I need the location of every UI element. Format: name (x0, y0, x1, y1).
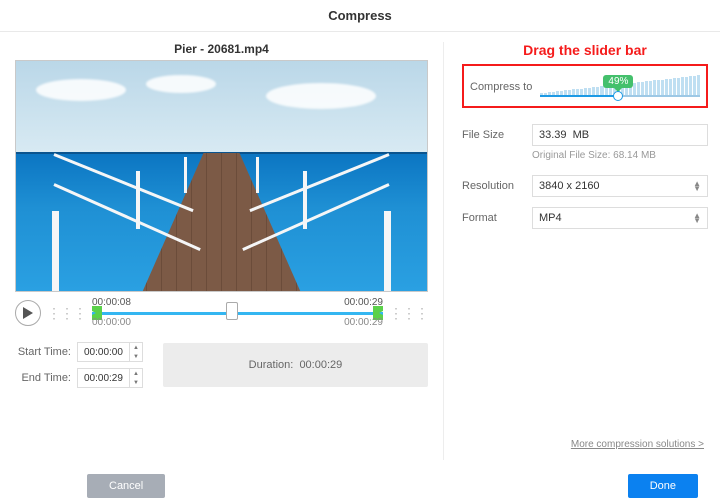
format-label: Format (462, 212, 532, 224)
annotation-highlight: Compress to 49% (462, 64, 708, 108)
original-filesize-hint: Original File Size: 68.14 MB (532, 150, 708, 161)
stepper-down-icon[interactable]: ▼ (130, 378, 142, 387)
format-value: MP4 (539, 212, 562, 224)
more-solutions-link[interactable]: More compression solutions > (571, 439, 704, 450)
start-time-stepper[interactable]: 00:00:00 ▲▼ (77, 342, 143, 362)
resolution-value: 3840 x 2160 (539, 180, 600, 192)
compress-slider[interactable]: 49% (540, 72, 700, 102)
cancel-button[interactable]: Cancel (87, 474, 165, 498)
duration-label: Duration: (249, 359, 294, 371)
trim-timeline[interactable]: 00:00:08 00:00:29 00:00:00 00:00:29 (92, 300, 383, 326)
window-title: Compress (328, 8, 392, 23)
resolution-select[interactable]: 3840 x 2160 ▲▼ (532, 175, 708, 197)
timeline-range-start: 00:00:00 (92, 317, 131, 328)
annotation-text: Drag the slider bar (462, 42, 708, 58)
video-filename: Pier - 20681.mp4 (15, 42, 428, 56)
timeline-range-end: 00:00:29 (344, 317, 383, 328)
stepper-down-icon[interactable]: ▼ (130, 352, 142, 361)
select-arrows-icon: ▲▼ (693, 213, 701, 223)
filesize-input[interactable] (532, 124, 708, 146)
footer: Cancel Done (0, 470, 720, 502)
end-time-stepper[interactable]: 00:00:29 ▲▼ (77, 368, 143, 388)
settings-pane: Drag the slider bar Compress to 49% File… (444, 32, 720, 470)
format-select[interactable]: MP4 ▲▼ (532, 207, 708, 229)
preview-pane: Pier - 20681.mp4 (0, 32, 443, 470)
start-time-value: 00:00:00 (78, 347, 129, 358)
play-button[interactable] (15, 300, 41, 326)
video-preview[interactable] (15, 60, 428, 292)
duration-display: Duration: 00:00:29 (163, 343, 428, 387)
compress-percent-badge: 49% (603, 75, 633, 88)
compress-to-label: Compress to (470, 81, 540, 93)
resolution-label: Resolution (462, 180, 532, 192)
select-arrows-icon: ▲▼ (693, 181, 701, 191)
stepper-up-icon[interactable]: ▲ (130, 369, 142, 378)
end-time-value: 00:00:29 (78, 373, 129, 384)
duration-value: 00:00:29 (299, 359, 342, 371)
window-header: Compress (0, 0, 720, 32)
drag-grip-icon: ⋮⋮⋮ (389, 310, 428, 316)
playhead-thumb[interactable] (226, 302, 238, 320)
compress-slider-thumb[interactable] (613, 91, 623, 101)
start-time-label: Start Time: (15, 346, 71, 358)
done-button[interactable]: Done (628, 474, 698, 498)
end-time-label: End Time: (15, 372, 71, 384)
drag-grip-icon: ⋮⋮⋮ (47, 310, 86, 316)
stepper-up-icon[interactable]: ▲ (130, 343, 142, 352)
filesize-label: File Size (462, 129, 532, 141)
